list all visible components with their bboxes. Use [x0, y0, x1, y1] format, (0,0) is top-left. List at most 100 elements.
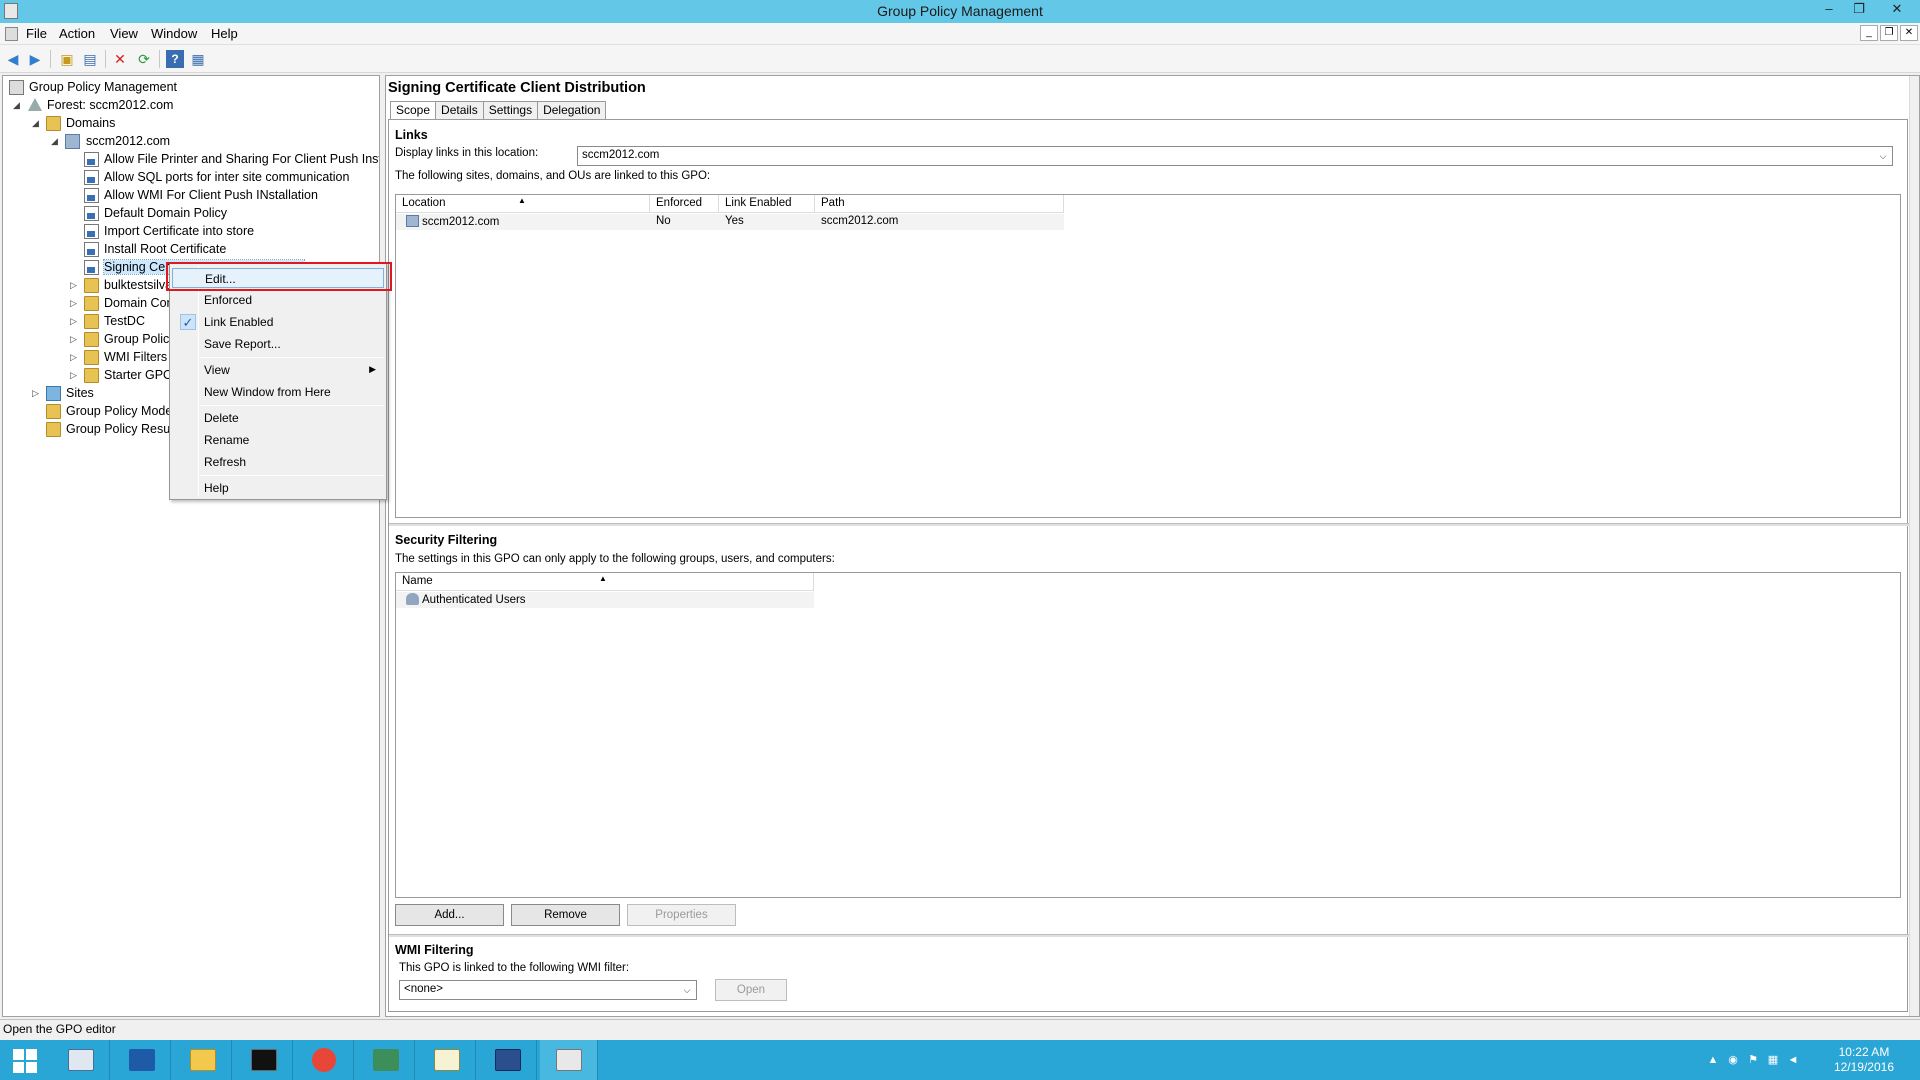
menu-item-help[interactable]: Help	[172, 478, 384, 498]
taskbar-file-explorer[interactable]	[174, 1040, 232, 1080]
collapse-arrow-icon[interactable]: ◢	[32, 118, 42, 128]
up-folder-icon[interactable]: ▣	[58, 50, 76, 68]
toolbar-separator	[159, 50, 160, 68]
expand-arrow-icon[interactable]: ▷	[70, 352, 80, 362]
expand-arrow-icon[interactable]: ▷	[70, 370, 80, 380]
config-agent-icon[interactable]: ◉	[1726, 1053, 1740, 1067]
child-minimize-button[interactable]: _	[1860, 25, 1878, 41]
security-filtering-table[interactable]: Name ▲ Authenticated Users	[395, 572, 1901, 898]
volume-muted-icon[interactable]: ◄	[1786, 1053, 1800, 1067]
link-location-text: sccm2012.com	[422, 216, 500, 228]
tab-delegation[interactable]: Delegation	[537, 101, 607, 119]
performance-monitor-icon	[434, 1049, 460, 1071]
show-hide-tree-icon[interactable]: ▤	[81, 50, 99, 68]
properties-button[interactable]: Properties	[627, 904, 736, 926]
network-icon[interactable]: ▦	[1766, 1053, 1780, 1067]
menu-window[interactable]: Window	[151, 26, 197, 41]
powershell-icon	[129, 1049, 155, 1071]
taskbar-powershell[interactable]	[113, 1040, 171, 1080]
minimize-button[interactable]: –	[1814, 0, 1844, 19]
menu-help[interactable]: Help	[211, 26, 238, 41]
expand-arrow-icon[interactable]: ▷	[32, 388, 42, 398]
collapse-arrow-icon[interactable]: ◢	[13, 100, 23, 110]
tab-details[interactable]: Details	[435, 101, 484, 119]
taskbar-group-policy-management[interactable]	[540, 1040, 598, 1080]
show-hidden-icons-icon[interactable]: ▲	[1706, 1053, 1720, 1067]
clock-date: 12/19/2016	[1833, 1060, 1894, 1074]
column-header-enforced[interactable]: Enforced	[650, 195, 719, 213]
folder-icon	[46, 116, 61, 131]
forest-icon	[27, 98, 42, 113]
remove-button[interactable]: Remove	[511, 904, 620, 926]
vertical-scrollbar[interactable]	[1909, 76, 1919, 1016]
menu-view[interactable]: View	[110, 26, 138, 41]
menu-item-delete[interactable]: Delete	[172, 408, 384, 428]
tab-settings[interactable]: Settings	[482, 101, 539, 119]
menu-item-refresh[interactable]: Refresh	[172, 452, 384, 472]
column-header-path[interactable]: Path	[815, 195, 1064, 213]
properties-pane-icon[interactable]: ▦	[189, 50, 207, 68]
taskbar-network-tool[interactable]	[357, 1040, 415, 1080]
splitter[interactable]	[389, 523, 1909, 526]
menu-action[interactable]: Action	[59, 26, 95, 41]
child-restore-button[interactable]: ❐	[1880, 25, 1898, 41]
delete-icon[interactable]: ✕	[111, 50, 129, 68]
start-button[interactable]	[0, 1040, 50, 1080]
menu-item-rename[interactable]: Rename	[172, 430, 384, 450]
expand-arrow-icon[interactable]: ▷	[70, 334, 80, 344]
windows-logo-icon	[26, 1062, 37, 1073]
folder-icon	[84, 314, 99, 329]
link-enforced-cell: No	[656, 215, 671, 227]
menu-item-view[interactable]: View ▶	[172, 360, 384, 380]
file-explorer-icon	[190, 1049, 216, 1071]
taskbar-clock[interactable]: 10:22 AM 12/19/2016	[1834, 1045, 1894, 1075]
taskbar-performance-monitor[interactable]	[418, 1040, 476, 1080]
column-header-label: Name	[402, 575, 433, 587]
gpo-link-icon	[84, 152, 99, 167]
taskbar-chrome[interactable]	[296, 1040, 354, 1080]
close-button[interactable]: ✕	[1874, 0, 1920, 19]
links-table[interactable]: Location ▲ Enforced Link Enabled Path sc…	[395, 194, 1901, 518]
refresh-icon[interactable]: ⟳	[135, 50, 153, 68]
taskbar-server-manager[interactable]	[52, 1040, 110, 1080]
column-header-location[interactable]: Location ▲	[396, 195, 650, 213]
expand-arrow-icon[interactable]: ▷	[70, 280, 80, 290]
menu-file[interactable]: File	[26, 26, 47, 41]
open-button[interactable]: Open	[715, 979, 787, 1001]
menu-item-enforced[interactable]: Enforced	[172, 290, 384, 310]
checkmark-icon: ✓	[180, 314, 196, 330]
child-close-button[interactable]: ✕	[1900, 25, 1918, 41]
wmi-filter-dropdown[interactable]: <none> ⌵	[399, 980, 697, 1000]
taskbar-config-manager[interactable]	[479, 1040, 537, 1080]
expand-arrow-icon[interactable]: ▷	[70, 298, 80, 308]
column-header-name[interactable]: Name ▲	[396, 573, 814, 591]
action-center-flag-icon[interactable]: ⚑	[1746, 1053, 1760, 1067]
folder-icon	[84, 368, 99, 383]
console-tree[interactable]: Group Policy Management ◢ Forest: sccm20…	[2, 75, 380, 1017]
add-button[interactable]: Add...	[395, 904, 504, 926]
column-header-link-enabled[interactable]: Link Enabled	[719, 195, 815, 213]
sort-ascending-icon: ▲	[518, 196, 526, 205]
chevron-down-icon: ⌵	[683, 985, 691, 995]
menu-item-new-window[interactable]: New Window from Here	[172, 382, 384, 402]
help-icon[interactable]: ?	[166, 50, 184, 68]
menu-item-save-report[interactable]: Save Report...	[172, 334, 384, 354]
expand-arrow-icon[interactable]: ▷	[70, 316, 80, 326]
splitter[interactable]	[389, 934, 1909, 937]
forward-arrow-icon[interactable]: ▶	[26, 50, 44, 68]
status-bar: Open the GPO editor	[0, 1019, 1920, 1038]
links-description: The following sites, domains, and OUs ar…	[395, 170, 711, 182]
collapse-arrow-icon[interactable]: ◢	[51, 136, 61, 146]
menu-separator	[200, 357, 384, 358]
windows-logo-icon	[13, 1062, 24, 1073]
taskbar-command-prompt[interactable]	[235, 1040, 293, 1080]
menu-separator	[200, 475, 384, 476]
wmi-filtering-heading: WMI Filtering	[395, 943, 474, 957]
mmc-icon[interactable]	[5, 27, 18, 41]
tab-scope[interactable]: Scope	[390, 101, 437, 120]
back-arrow-icon[interactable]: ◀	[4, 50, 22, 68]
folder-icon	[46, 404, 61, 419]
restore-button[interactable]: ❐	[1844, 0, 1874, 19]
menu-item-link-enabled[interactable]: ✓ Link Enabled	[172, 312, 384, 332]
location-dropdown[interactable]: sccm2012.com ⌵	[577, 146, 1893, 166]
